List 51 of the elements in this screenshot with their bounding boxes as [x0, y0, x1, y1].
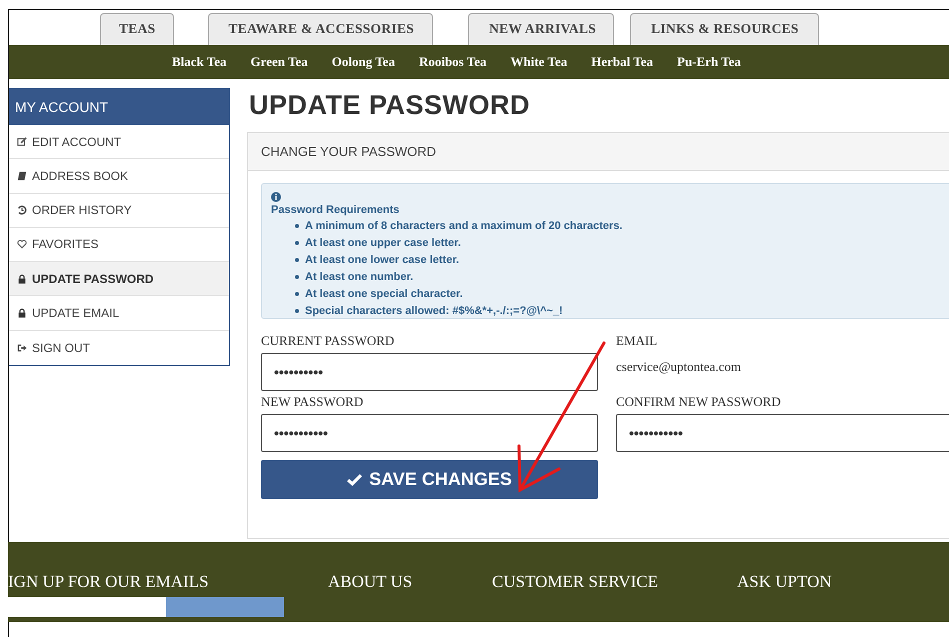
requirement-text: At least one upper case letter.	[305, 236, 461, 248]
email-signup-field[interactable]	[8, 597, 166, 617]
menu-item[interactable]: ORDER HISTORY	[9, 194, 229, 228]
category-link[interactable]: Pu-Erh Tea	[677, 54, 741, 70]
field-label: NEW PASSWORD	[261, 394, 364, 411]
requirement-text: A minimum of 8 characters and a maximum of 20 characters.	[305, 220, 622, 232]
menu-item[interactable]: EDIT ACCOUNT	[9, 125, 229, 160]
category-link[interactable]: Herbal Tea	[591, 54, 653, 70]
email-value: cservice@uptontea.com	[616, 358, 742, 376]
menu-item[interactable]: UPDATE EMAIL	[9, 296, 229, 331]
category-link[interactable]: Rooibos Tea	[418, 54, 487, 70]
nav-tab[interactable]: TEAWARE & ACCESSORIES	[208, 13, 434, 45]
save-changes-button[interactable]: SAVE CHANGES	[261, 460, 598, 499]
info-icon	[271, 192, 281, 202]
requirement-text: At least one number.	[305, 270, 414, 282]
footer-heading: ASK UPTON	[737, 572, 832, 592]
edit-icon	[17, 136, 27, 147]
heart-icon	[17, 239, 27, 250]
menu-item[interactable]: SIGN OUT	[9, 330, 229, 365]
field-label: EMAIL	[616, 333, 658, 350]
requirement-text: At least one lower case letter.	[305, 254, 460, 266]
menu-item[interactable]: UPDATE PASSWORD	[9, 262, 229, 296]
category-link[interactable]: Black Tea	[172, 54, 227, 70]
field-label: CURRENT PASSWORD	[261, 333, 396, 350]
menu-item[interactable]: ADDRESS BOOK	[9, 159, 229, 194]
nav-tab[interactable]: NEW ARRIVALS	[468, 13, 614, 45]
category-link[interactable]: White Tea	[510, 54, 568, 70]
history-icon	[17, 205, 27, 216]
current-password-field[interactable]: ••••••••••	[261, 353, 598, 391]
requirement-text: Special characters allowed: #$%&*+,-./:;=?@\^~_!	[305, 304, 563, 316]
sign-out-icon	[17, 342, 27, 353]
nav-tab[interactable]: TEAS	[100, 13, 174, 45]
panel-title: CHANGE YOUR PASSWORD	[248, 133, 949, 171]
check-icon	[347, 473, 362, 486]
confirm-password-field[interactable]: •••••••••••	[616, 414, 949, 452]
footer-heading: CUSTOMER SERVICE	[492, 572, 658, 592]
requirement-text: At least one special character.	[305, 288, 463, 300]
new-password-field[interactable]: •••••••••••	[261, 414, 598, 452]
book-icon	[17, 170, 27, 181]
page-title: UPDATE PASSWORD	[249, 90, 532, 122]
field-label: CONFIRM NEW PASSWORD	[616, 394, 782, 411]
menu-title: MY ACCOUNT	[9, 89, 229, 125]
nav-tab[interactable]: LINKS & RESOURCES	[630, 13, 819, 45]
alert-title: Password Requirements	[271, 204, 400, 216]
category-link[interactable]: Green Tea	[250, 54, 308, 70]
signup-button[interactable]	[166, 597, 284, 617]
footer-heading: IGN UP FOR OUR EMAILS	[8, 572, 209, 592]
category-link[interactable]: Oolong Tea	[332, 54, 395, 70]
footer-heading: ABOUT US	[328, 572, 412, 592]
lock-icon	[17, 308, 27, 318]
lock-icon	[17, 274, 27, 284]
